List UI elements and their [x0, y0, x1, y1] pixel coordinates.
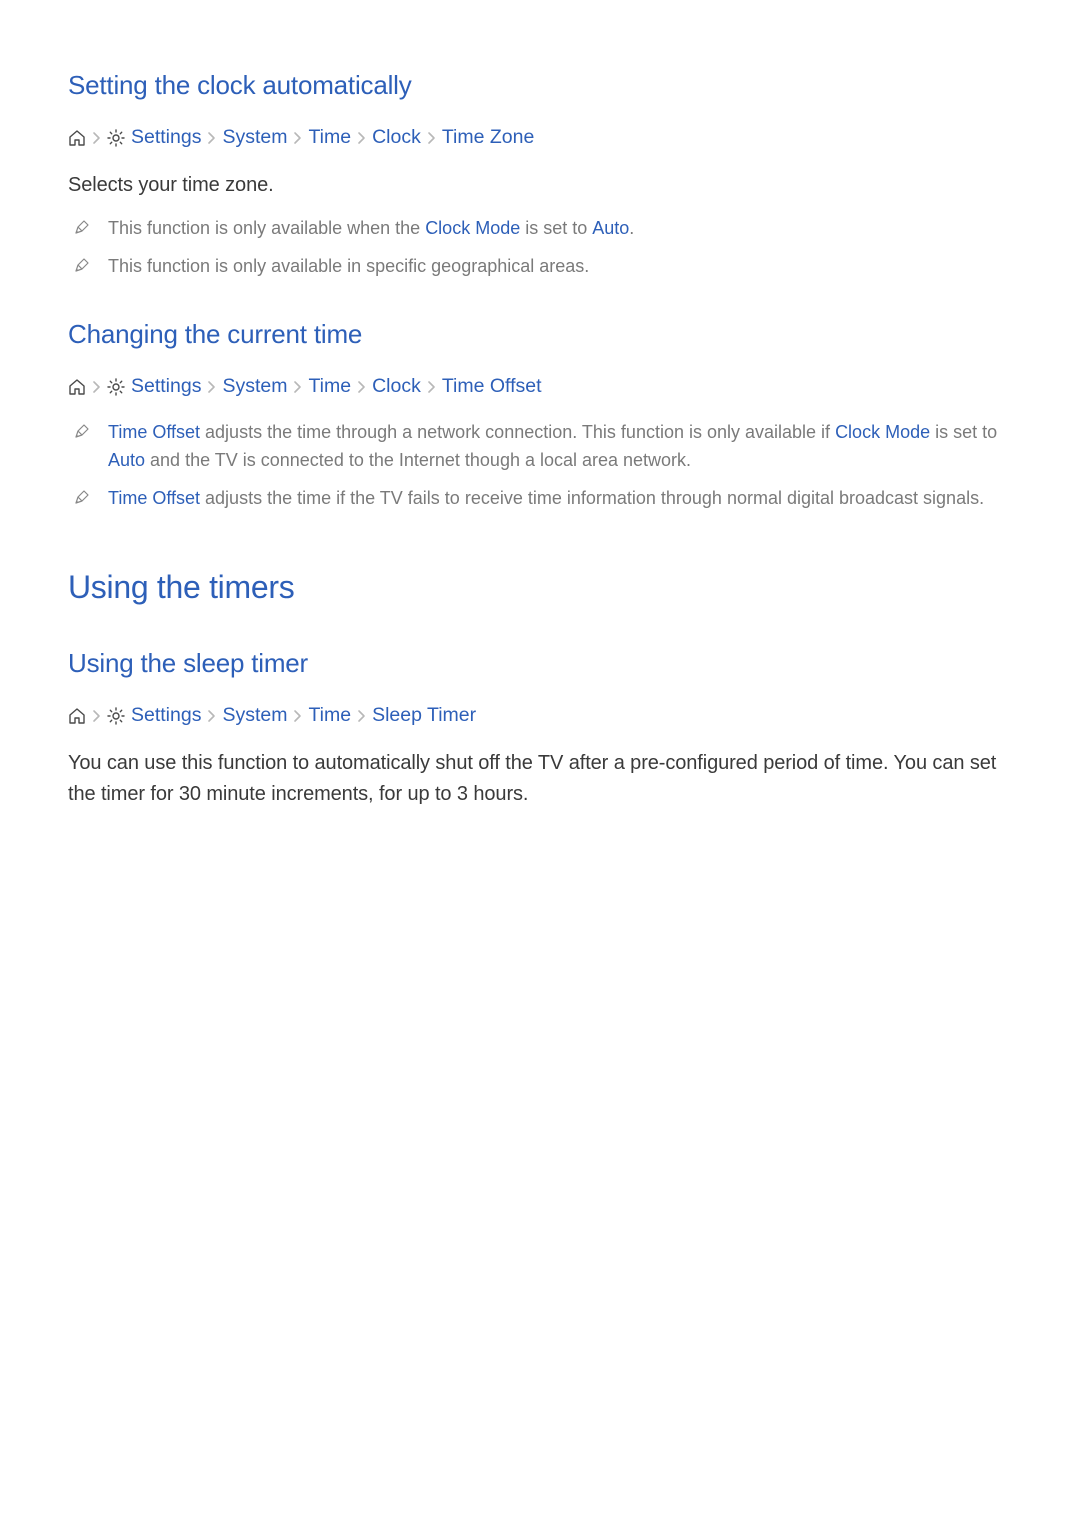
crumb-clock: Clock	[372, 123, 421, 152]
chevron-right-icon	[427, 380, 436, 394]
breadcrumb: Settings System Time Clock Time Offset	[68, 372, 1012, 401]
crumb-system: System	[222, 372, 287, 401]
keyword-auto: Auto	[592, 218, 629, 238]
pencil-icon	[74, 257, 90, 273]
crumb-system: System	[222, 123, 287, 152]
breadcrumb: Settings System Time Sleep Timer	[68, 701, 1012, 730]
heading-sleep-timer: Using the sleep timer	[68, 648, 1012, 679]
keyword-time-offset: Time Offset	[108, 422, 200, 442]
note-text: Time Offset adjusts the time through a n…	[108, 419, 1012, 475]
section-change-time: Changing the current time Settings Syste…	[68, 319, 1012, 513]
gear-icon	[107, 707, 125, 725]
crumb-sleep-timer: Sleep Timer	[372, 701, 476, 730]
chevron-right-icon	[293, 709, 302, 723]
chevron-right-icon	[92, 131, 101, 145]
keyword-clock-mode: Clock Mode	[425, 218, 520, 238]
section-sleep-timer: Using the sleep timer Settings System Ti…	[68, 648, 1012, 810]
keyword-auto: Auto	[108, 450, 145, 470]
body-text: You can use this function to automatical…	[68, 748, 1012, 810]
chevron-right-icon	[207, 131, 216, 145]
crumb-settings: Settings	[131, 372, 201, 401]
home-icon	[68, 378, 86, 396]
chevron-right-icon	[92, 380, 101, 394]
note-list: Time Offset adjusts the time through a n…	[68, 419, 1012, 513]
chevron-right-icon	[357, 131, 366, 145]
crumb-time: Time	[308, 123, 351, 152]
pencil-icon	[74, 489, 90, 505]
crumb-system: System	[222, 701, 287, 730]
note-text: This function is only available in speci…	[108, 253, 1012, 281]
keyword-clock-mode: Clock Mode	[835, 422, 930, 442]
crumb-time: Time	[308, 372, 351, 401]
breadcrumb: Settings System Time Clock Time Zone	[68, 123, 1012, 152]
crumb-time: Time	[308, 701, 351, 730]
note-text: Time Offset adjusts the time if the TV f…	[108, 485, 1012, 513]
pencil-icon	[74, 219, 90, 235]
heading-change-time: Changing the current time	[68, 319, 1012, 350]
chevron-right-icon	[207, 380, 216, 394]
pencil-icon	[74, 423, 90, 439]
gear-icon	[107, 129, 125, 147]
crumb-time-zone: Time Zone	[442, 123, 534, 152]
crumb-settings: Settings	[131, 701, 201, 730]
section-clock-auto: Setting the clock automatically Settings…	[68, 70, 1012, 281]
note-item: Time Offset adjusts the time if the TV f…	[68, 485, 1012, 513]
gear-icon	[107, 378, 125, 396]
crumb-clock: Clock	[372, 372, 421, 401]
body-text: Selects your time zone.	[68, 170, 1012, 201]
heading-clock-auto: Setting the clock automatically	[68, 70, 1012, 101]
chevron-right-icon	[427, 131, 436, 145]
crumb-settings: Settings	[131, 123, 201, 152]
note-item: Time Offset adjusts the time through a n…	[68, 419, 1012, 475]
note-item: This function is only available when the…	[68, 215, 1012, 243]
chevron-right-icon	[293, 131, 302, 145]
chevron-right-icon	[357, 709, 366, 723]
note-item: This function is only available in speci…	[68, 253, 1012, 281]
heading-using-timers: Using the timers	[68, 569, 1012, 606]
note-text: This function is only available when the…	[108, 215, 1012, 243]
home-icon	[68, 707, 86, 725]
home-icon	[68, 129, 86, 147]
crumb-time-offset: Time Offset	[442, 372, 542, 401]
chevron-right-icon	[92, 709, 101, 723]
chevron-right-icon	[357, 380, 366, 394]
chevron-right-icon	[207, 709, 216, 723]
keyword-time-offset: Time Offset	[108, 488, 200, 508]
note-list: This function is only available when the…	[68, 215, 1012, 281]
chevron-right-icon	[293, 380, 302, 394]
